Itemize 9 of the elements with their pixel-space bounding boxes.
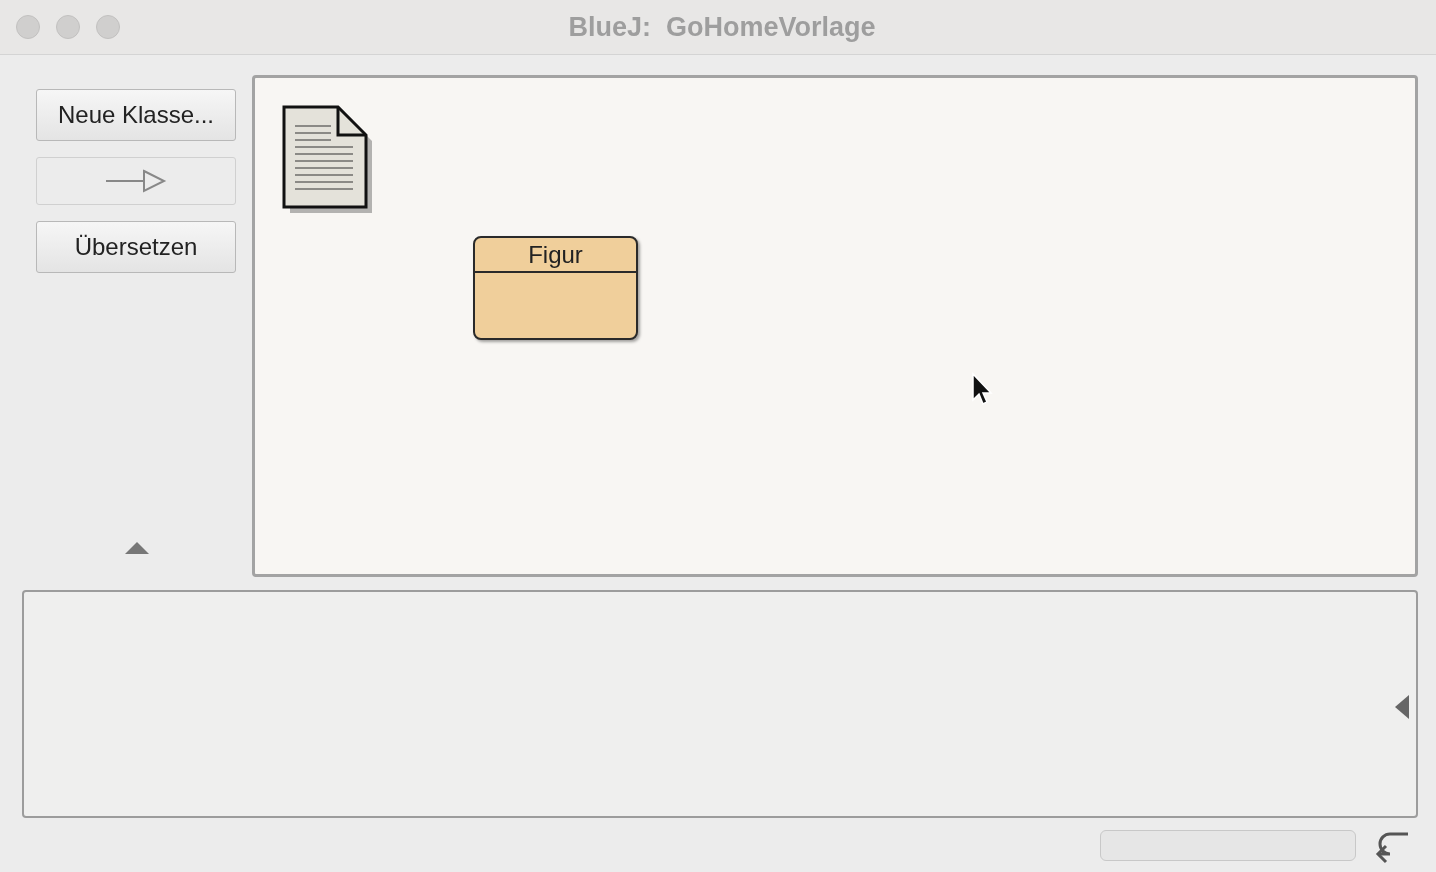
toolbar-button[interactable]: Neue Klasse... — [36, 89, 236, 141]
class-box[interactable]: Figur — [473, 236, 638, 340]
expand-icon[interactable] — [124, 541, 150, 555]
collapse-icon[interactable] — [1394, 694, 1410, 720]
arrow-icon — [104, 167, 168, 195]
toolbar-button[interactable]: Übersetzen — [36, 221, 236, 273]
document-icon[interactable] — [281, 104, 373, 214]
cursor-icon — [971, 372, 995, 406]
window-title: BlueJ: GoHomeVorlage — [567, 11, 876, 43]
